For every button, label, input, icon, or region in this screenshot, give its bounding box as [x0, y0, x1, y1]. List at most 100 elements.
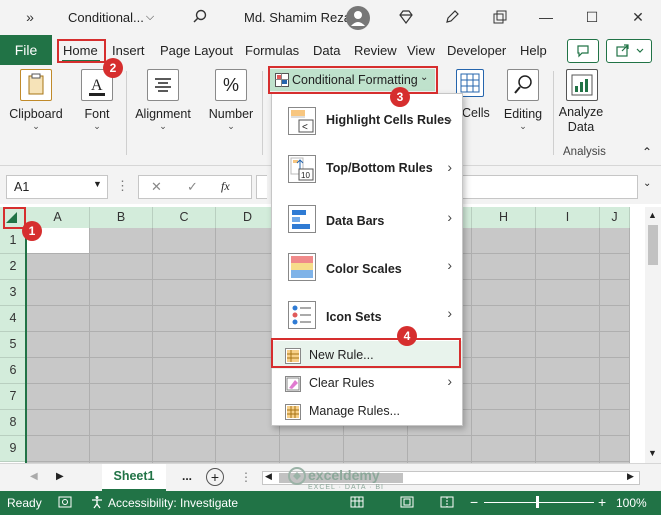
- number-group[interactable]: % Number ⌄: [204, 69, 258, 132]
- grid-cell[interactable]: [472, 306, 536, 332]
- grid-cell[interactable]: [153, 228, 216, 254]
- pen-icon[interactable]: [444, 9, 460, 25]
- grid-cell[interactable]: [153, 306, 216, 332]
- column-header[interactable]: J: [600, 207, 630, 228]
- tab-insert[interactable]: Insert: [112, 43, 145, 58]
- row-header[interactable]: 6: [0, 358, 26, 384]
- accessibility-status[interactable]: Accessibility: Investigate: [108, 496, 238, 510]
- grid-cell[interactable]: [90, 410, 153, 436]
- zoom-in-button[interactable]: +: [598, 494, 606, 510]
- grid-cell[interactable]: [216, 436, 280, 462]
- menu-item-clear-rules[interactable]: Clear Rules ›: [272, 369, 462, 397]
- more-sheets-icon[interactable]: ...: [182, 469, 192, 483]
- grid-cell[interactable]: [536, 228, 600, 254]
- grid-cell[interactable]: [600, 228, 630, 254]
- zoom-slider[interactable]: [484, 502, 594, 503]
- comments-button[interactable]: [567, 39, 599, 63]
- document-title[interactable]: Conditional...: [68, 10, 144, 25]
- tab-page-layout[interactable]: Page Layout: [160, 43, 233, 58]
- diamond-icon[interactable]: [398, 9, 414, 25]
- page-break-view-icon[interactable]: [440, 495, 454, 512]
- sheet-next-icon[interactable]: ▶: [56, 471, 64, 482]
- grid-cell[interactable]: [26, 306, 90, 332]
- grid-cell[interactable]: [26, 332, 90, 358]
- row-header[interactable]: 5: [0, 332, 26, 358]
- zoom-slider-thumb[interactable]: [536, 496, 539, 508]
- grid-cell[interactable]: [90, 306, 153, 332]
- sheet-prev-icon[interactable]: ◀: [30, 471, 38, 482]
- menu-item-icon-sets[interactable]: Icon Sets ›: [272, 291, 462, 339]
- vertical-scrollbar[interactable]: ▲ ▼: [645, 207, 661, 463]
- grid-cell[interactable]: [26, 254, 90, 280]
- grid-cell[interactable]: [472, 228, 536, 254]
- grid-cell[interactable]: [90, 384, 153, 410]
- formula-input[interactable]: [256, 175, 267, 199]
- grid-cell[interactable]: [26, 280, 90, 306]
- grid-cell[interactable]: [153, 384, 216, 410]
- grid-cell[interactable]: [26, 358, 90, 384]
- grid-cell[interactable]: [26, 410, 90, 436]
- share-button[interactable]: [606, 39, 652, 63]
- grid-cell[interactable]: [408, 436, 472, 462]
- name-box[interactable]: A1 ▼: [6, 175, 108, 199]
- tab-data[interactable]: Data: [313, 43, 340, 58]
- grid-cell[interactable]: [90, 358, 153, 384]
- cancel-icon[interactable]: ✕: [151, 179, 162, 195]
- grid-cell[interactable]: [536, 358, 600, 384]
- row-header[interactable]: 8: [0, 410, 26, 436]
- tab-view[interactable]: View: [407, 43, 435, 58]
- menu-item-color-scales[interactable]: Color Scales ›: [272, 243, 462, 291]
- grid-cell[interactable]: [90, 436, 153, 462]
- menu-item-data-bars[interactable]: Data Bars ›: [272, 195, 462, 243]
- grid-cell[interactable]: [90, 254, 153, 280]
- clipboard-group[interactable]: Clipboard ⌄: [6, 69, 66, 132]
- grid-cell[interactable]: [90, 332, 153, 358]
- enter-icon[interactable]: ✓: [187, 179, 198, 195]
- macro-record-icon[interactable]: [58, 495, 72, 512]
- drag-handle-icon[interactable]: ⋮: [116, 178, 129, 194]
- column-header[interactable]: B: [90, 207, 153, 228]
- zoom-level[interactable]: 100%: [616, 496, 647, 510]
- tab-file[interactable]: File: [0, 35, 52, 65]
- collapse-ribbon-icon[interactable]: ⌃: [642, 145, 652, 159]
- restore-icon[interactable]: [492, 9, 508, 25]
- grid-cell[interactable]: [536, 384, 600, 410]
- grid-cell[interactable]: [472, 436, 536, 462]
- grid-cell[interactable]: [280, 436, 344, 462]
- font-group[interactable]: A Font ⌄: [72, 69, 122, 132]
- tab-review[interactable]: Review: [354, 43, 397, 58]
- grid-cell[interactable]: [472, 384, 536, 410]
- grid-cell[interactable]: [26, 384, 90, 410]
- alignment-group[interactable]: Alignment ⌄: [130, 69, 196, 132]
- grid-cell[interactable]: [90, 228, 153, 254]
- scroll-right-icon[interactable]: ▶: [627, 471, 634, 482]
- grid-cell[interactable]: [600, 384, 630, 410]
- grid-cell[interactable]: [153, 254, 216, 280]
- grid-cell[interactable]: [536, 254, 600, 280]
- grid-cell[interactable]: [600, 436, 630, 462]
- tab-help[interactable]: Help: [520, 43, 547, 58]
- grid-cell[interactable]: [536, 436, 600, 462]
- grid-cell[interactable]: [536, 410, 600, 436]
- formula-input-right[interactable]: [462, 175, 638, 199]
- grid-cell[interactable]: [472, 358, 536, 384]
- sheet-tab-sheet1[interactable]: Sheet1: [102, 464, 166, 492]
- row-header[interactable]: 7: [0, 384, 26, 410]
- scroll-thumb[interactable]: [648, 225, 658, 265]
- close-icon[interactable]: ✕: [630, 9, 646, 25]
- page-layout-view-icon[interactable]: [400, 495, 414, 512]
- grid-cell[interactable]: [536, 332, 600, 358]
- chevron-down-icon[interactable]: ⌵: [142, 9, 158, 25]
- grid-cell[interactable]: [344, 436, 408, 462]
- row-header[interactable]: 9: [0, 436, 26, 462]
- column-header[interactable]: I: [536, 207, 600, 228]
- grid-cell[interactable]: [153, 436, 216, 462]
- column-header[interactable]: H: [472, 207, 536, 228]
- grid-cell[interactable]: [600, 280, 630, 306]
- tab-developer[interactable]: Developer: [447, 43, 506, 58]
- add-sheet-button[interactable]: +: [206, 468, 224, 486]
- tab-formulas[interactable]: Formulas: [245, 43, 299, 58]
- grid-cell[interactable]: [153, 410, 216, 436]
- grid-cell[interactable]: [472, 410, 536, 436]
- grid-cell[interactable]: [90, 280, 153, 306]
